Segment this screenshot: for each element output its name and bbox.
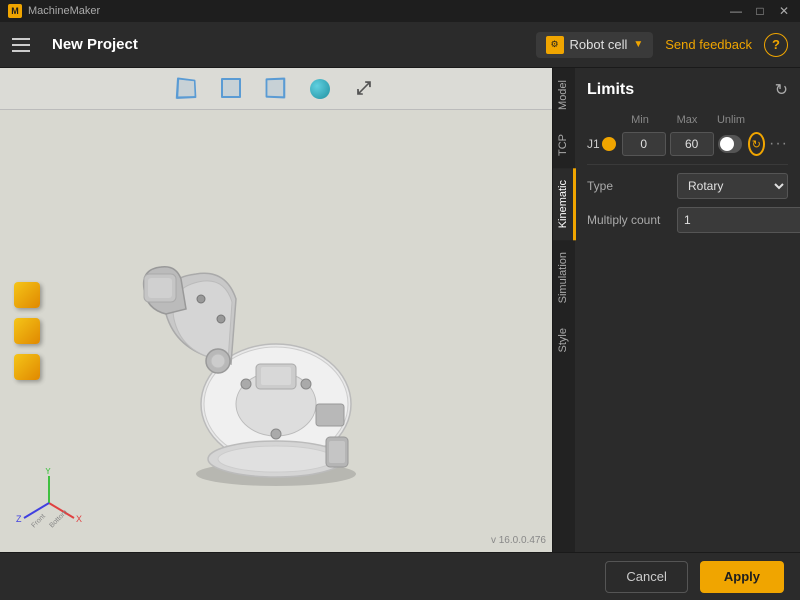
dropdown-arrow-icon: ▼	[633, 39, 643, 50]
tab-model[interactable]: Model	[553, 68, 576, 122]
right-cube-icon	[266, 77, 286, 98]
viewport-toolbar: ⤢	[0, 68, 552, 110]
col-header-unlim: Unlim	[709, 114, 753, 126]
project-title: New Project	[52, 36, 536, 53]
right-panel: Model TCP Kinematic Simulation Style Lim…	[552, 68, 800, 552]
svg-text:Bottom: Bottom	[48, 509, 69, 530]
maximize-button[interactable]: □	[752, 3, 768, 19]
toggle-knob-j1	[720, 137, 734, 151]
robot-cell-label: Robot cell	[570, 37, 628, 52]
robot-model	[136, 219, 416, 499]
viewport-main[interactable]: X Y Z Front Bottom v 16.0.0.476	[0, 110, 552, 552]
tab-style[interactable]: Style	[553, 316, 576, 364]
panel-header: Limits ↻	[587, 80, 788, 100]
joint-more-button-j1[interactable]: ···	[769, 135, 788, 153]
panel-main-content: Limits ↻ Min Max Unlim J1	[575, 68, 800, 552]
joint-dot-j1	[602, 137, 616, 151]
svg-text:Front: Front	[30, 513, 47, 530]
type-select[interactable]: Rotary Linear Fixed	[677, 173, 788, 199]
joint-toggle-j1[interactable]	[718, 135, 742, 153]
divider	[587, 164, 788, 165]
ham-line	[12, 50, 30, 52]
view-iso-button[interactable]	[174, 75, 202, 103]
view-sphere-button[interactable]	[306, 75, 334, 103]
limits-column-headers: Min Max Unlim	[587, 114, 788, 126]
joint-row-j1: J1 ↻ ···	[587, 132, 788, 156]
panel-content: Model TCP Kinematic Simulation Style Lim…	[553, 68, 800, 552]
header: New Project ⚙ Robot cell ▼ Send feedback…	[0, 22, 800, 68]
type-row: Type Rotary Linear Fixed	[587, 173, 788, 199]
robot-cell-dropdown[interactable]: ⚙ Robot cell ▼	[536, 32, 654, 58]
app-name: MachineMaker	[28, 5, 100, 17]
side-tabs: Model TCP Kinematic Simulation Style	[553, 68, 575, 552]
multiply-input[interactable]	[677, 207, 800, 233]
multiply-label: Multiply count	[587, 213, 677, 227]
iso-cube-icon	[176, 77, 197, 99]
tab-kinematic[interactable]: Kinematic	[553, 168, 576, 240]
svg-text:Z: Z	[16, 514, 22, 524]
col-header-max: Max	[665, 114, 709, 126]
tab-tcp[interactable]: TCP	[553, 122, 576, 168]
expand-button[interactable]: ⤢	[350, 75, 378, 103]
joint-circular-btn-j1[interactable]: ↻	[748, 132, 765, 156]
joint-label-j1: J1	[587, 137, 602, 151]
version-label: v 16.0.0.476	[491, 535, 546, 546]
front-cube-icon	[221, 78, 241, 98]
ham-line	[12, 38, 30, 40]
app-container: New Project ⚙ Robot cell ▼ Send feedback…	[0, 22, 800, 600]
titlebar-left: M MachineMaker	[8, 4, 100, 18]
hamburger-menu[interactable]	[12, 33, 36, 57]
robot-cell-icon: ⚙	[546, 36, 564, 54]
close-button[interactable]: ✕	[776, 3, 792, 19]
scene-object-cube-1[interactable]	[14, 282, 40, 308]
footer: Cancel Apply	[0, 552, 800, 600]
svg-text:X: X	[76, 514, 82, 524]
joint-max-input-j1[interactable]	[670, 132, 714, 156]
view-front-button[interactable]	[218, 75, 246, 103]
robot-3d-model	[136, 219, 416, 499]
panel-title: Limits	[587, 81, 634, 99]
titlebar: M MachineMaker — □ ✕	[0, 0, 800, 22]
joint-min-input-j1[interactable]	[622, 132, 666, 156]
help-button[interactable]: ?	[764, 33, 788, 57]
scene-object-cube-2[interactable]	[14, 318, 40, 344]
scene-object-cube-3[interactable]	[14, 354, 40, 380]
minimize-button[interactable]: —	[728, 3, 744, 19]
view-right-button[interactable]	[262, 75, 290, 103]
cancel-button[interactable]: Cancel	[605, 561, 687, 593]
axis-indicator: X Y Z Front Bottom	[14, 468, 84, 538]
ham-line	[12, 44, 30, 46]
apply-button[interactable]: Apply	[700, 561, 784, 593]
tab-simulation[interactable]: Simulation	[553, 240, 576, 315]
send-feedback-button[interactable]: Send feedback	[665, 37, 752, 52]
titlebar-controls: — □ ✕	[728, 3, 792, 19]
type-label: Type	[587, 179, 677, 193]
refresh-button[interactable]: ↻	[775, 80, 788, 100]
sphere-icon	[310, 79, 330, 99]
multiply-row: Multiply count	[587, 207, 788, 233]
expand-icon: ⤢	[357, 78, 371, 99]
left-sidebar	[14, 282, 40, 380]
col-header-min: Min	[615, 114, 665, 126]
app-icon: M	[8, 4, 22, 18]
svg-text:Y: Y	[45, 468, 51, 476]
content-area: ⤢	[0, 68, 800, 552]
viewport-area: ⤢	[0, 68, 552, 552]
